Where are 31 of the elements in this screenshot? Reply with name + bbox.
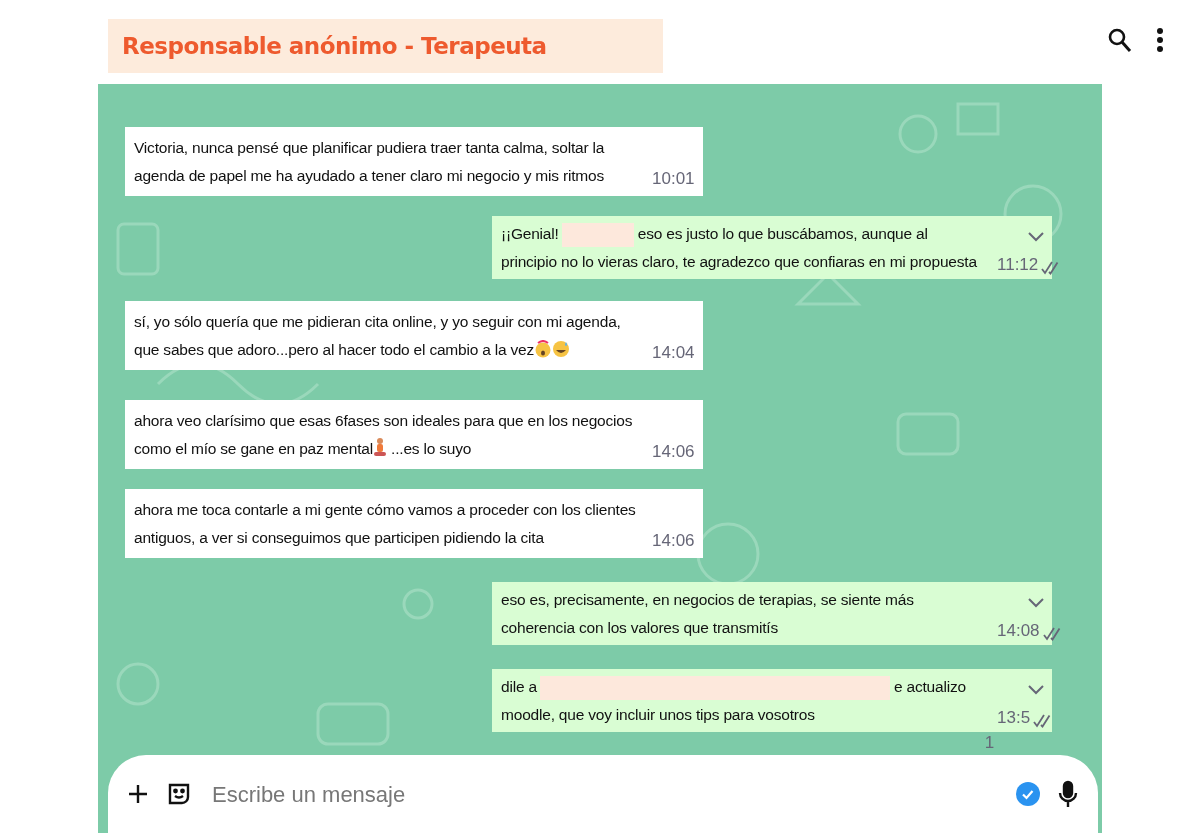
chevron-down-icon[interactable]: [1028, 685, 1044, 695]
shocked-face-icon: [534, 340, 553, 358]
chevron-down-icon[interactable]: [1028, 598, 1044, 608]
double-check-icon: [1042, 627, 1063, 641]
message-time: 14:04: [652, 343, 695, 363]
message-composer[interactable]: Escribe un mensaje: [108, 755, 1098, 833]
message-input[interactable]: Escribe un mensaje: [210, 776, 998, 812]
message-text: Victoria, nunca pensé que planificar pudiera traer tanta calma, soltar la agenda de papel me ha ayudado a tener claro mi negocio y mis ritmos: [134, 138, 606, 186]
chevron-down-icon[interactable]: [1028, 232, 1044, 242]
microphone-icon[interactable]: [1058, 780, 1078, 808]
message-text: ahora me toca contarle a mi gente cómo vamos a proceder con los clientes antiguos, a ver si conseguimos que participen pidiendo la cita: [134, 500, 637, 548]
message-time: 14:06: [652, 531, 695, 551]
message-text: eso es, precisamente, en negocios de terapias, se siente más coherencia con los valores que transmitís: [501, 590, 915, 638]
message-time: 14:08: [997, 621, 1040, 641]
sticker-icon[interactable]: [166, 781, 192, 807]
message-time: 10:01: [652, 169, 695, 189]
message-text: ahora veo clarísimo que esas 6fases son ideales para que en los negocios como el mío se gane en paz mental ...es lo suyo: [134, 411, 634, 459]
message-text: ¡¡Genial! eso es justo lo que buscábamos, aunque al principio no lo vieras claro, te agradezco que confiaras en mi propuesta: [501, 220, 987, 276]
message-time: 14:06: [652, 442, 695, 462]
meditating-figure-icon: [372, 437, 387, 457]
message-time: 13:5: [997, 708, 1031, 728]
search-icon[interactable]: [1108, 27, 1132, 53]
message-time: 1: [984, 734, 994, 752]
plus-icon[interactable]: [128, 784, 148, 804]
smiling-face-icon: [552, 340, 571, 358]
message-text: sí, yo sólo quería que me pidieran cita online, y yo seguir con mi agenda, que sabes que adoro...pero al hacer todo el cambio a la vez: [134, 312, 622, 360]
check-icon: [1016, 782, 1040, 806]
menu-icon[interactable]: [1156, 27, 1164, 53]
chat-title: Responsable anónimo - Terapeuta: [108, 19, 663, 73]
message-text: dile a e actualizo moodle, que voy incluir unos tips para vosotros: [501, 673, 987, 729]
message-time: 11:12: [997, 255, 1039, 275]
